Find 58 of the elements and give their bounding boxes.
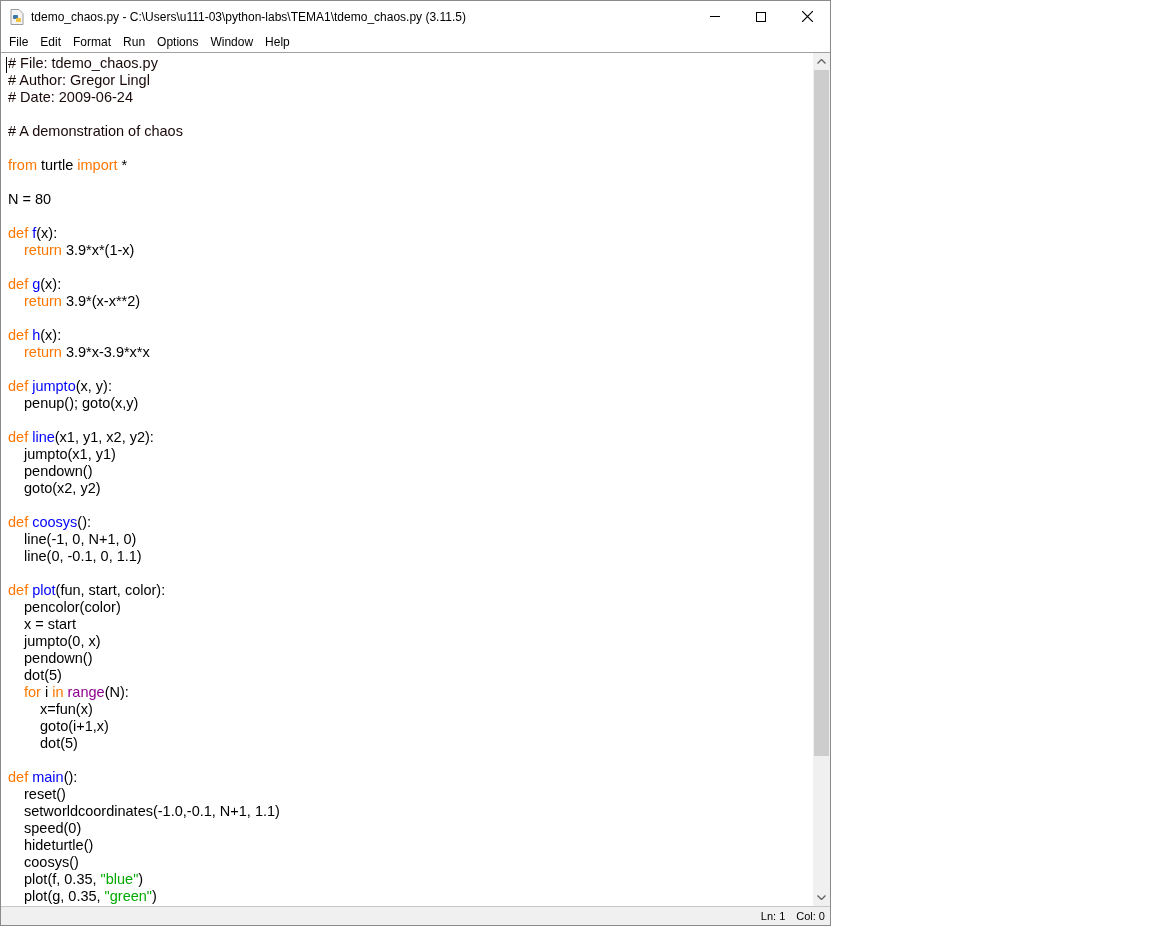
- menu-item[interactable]: Edit: [34, 32, 68, 51]
- close-icon: [801, 11, 813, 22]
- scroll-up-icon: [817, 59, 826, 64]
- text-cursor: [6, 57, 7, 73]
- code-line: N = 80: [8, 191, 52, 207]
- code-line: x = start: [24, 616, 76, 632]
- code-line: x=fun(x): [40, 701, 93, 717]
- code-line: plot(g, 0.35, "green"): [24, 888, 157, 904]
- code-line: goto(x2, y2): [24, 480, 101, 496]
- code-line: def h(x):: [8, 327, 62, 343]
- code-line: def jumpto(x, y):: [8, 378, 112, 394]
- menu-item[interactable]: Help: [259, 32, 296, 51]
- code-line: for i in range(N):: [24, 684, 129, 700]
- code-line: jumpto(0, x): [24, 633, 101, 649]
- code-line: return 3.9*(x-x**2): [24, 293, 141, 309]
- code-line: return 3.9*x*(1-x): [24, 242, 135, 258]
- code-line: pendown(): [24, 463, 93, 479]
- vertical-scrollbar[interactable]: [813, 53, 830, 906]
- code-line: # Author: Gregor Lingl: [8, 72, 150, 88]
- scroll-down-icon: [817, 895, 826, 900]
- code-line: plot(f, 0.35, "blue"): [24, 871, 144, 887]
- python-file-icon: [10, 8, 24, 25]
- menu-item[interactable]: Options: [151, 32, 205, 51]
- code-line: jumpto(x1, y1): [24, 446, 116, 462]
- code-line: dot(5): [40, 735, 78, 751]
- line-number-status: Ln: 1: [760, 908, 786, 924]
- code-line: pencolor(color): [24, 599, 121, 615]
- code-line: dot(5): [24, 667, 62, 683]
- scrollbar-thumb[interactable]: [814, 70, 829, 756]
- menu-item[interactable]: Format: [67, 32, 118, 51]
- code-line: speed(0): [24, 820, 82, 836]
- code-line: goto(i+1,x): [40, 718, 109, 734]
- maximize-icon: [756, 11, 766, 22]
- code-line: setworldcoordinates(-1.0,-0.1, N+1, 1.1): [24, 803, 280, 819]
- code-line: def f(x):: [8, 225, 58, 241]
- code-line: # A demonstration of chaos: [8, 123, 183, 139]
- code-line: # File: tdemo_chaos.py: [8, 55, 158, 71]
- code-line: hideturtle(): [24, 837, 94, 853]
- code-line: reset(): [24, 786, 66, 802]
- code-line: def coosys():: [8, 514, 91, 530]
- menu-item[interactable]: Window: [204, 32, 260, 51]
- code-line: return 3.9*x-3.9*x*x: [24, 344, 150, 360]
- minimize-icon: [710, 16, 720, 17]
- code-line: # Date: 2009-06-24: [8, 89, 133, 105]
- code-line: def g(x):: [8, 276, 62, 292]
- code-line: penup(); goto(x,y): [24, 395, 139, 411]
- code-line: pendown(): [24, 650, 93, 666]
- code-line: line(0, -0.1, 0, 1.1): [24, 548, 142, 564]
- code-line: def line(x1, y1, x2, y2):: [8, 429, 154, 445]
- code-line: def plot(fun, start, color):: [8, 582, 166, 598]
- window-title: tdemo_chaos.py - C:\Users\u111-03\python-labs\TEMA1\tdemo_chaos.py (3.11.5): [31, 8, 466, 26]
- code-line: def main():: [8, 769, 78, 785]
- code-line: from turtle import *: [8, 157, 128, 173]
- menu-item[interactable]: File: [3, 32, 35, 51]
- menu-item[interactable]: Run: [117, 32, 152, 51]
- column-status: Col: 0: [796, 908, 825, 924]
- code-line: coosys(): [24, 854, 79, 870]
- code-line: line(-1, 0, N+1, 0): [24, 531, 137, 547]
